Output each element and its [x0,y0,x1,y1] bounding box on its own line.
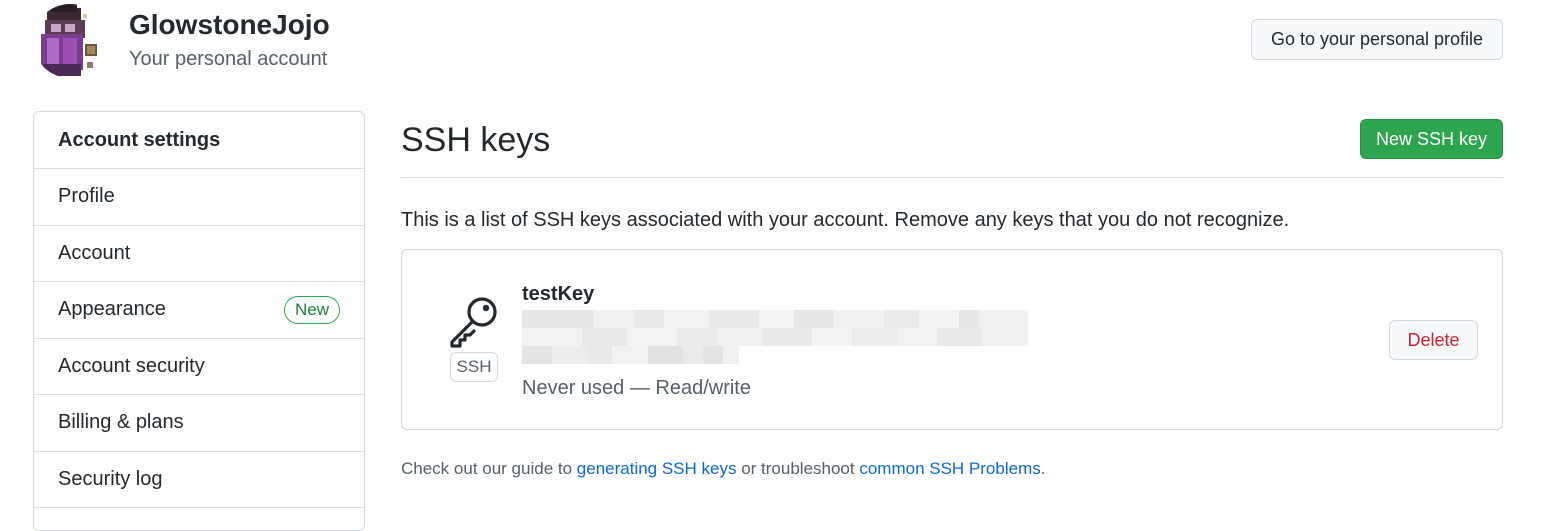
footer-prefix: Check out our guide to [401,459,577,478]
title-divider [401,177,1503,178]
page-title: SSH keys [401,121,551,159]
sidebar-item-security-log[interactable]: Security log [34,452,364,508]
sidebar-item-profile[interactable]: Profile [34,169,364,226]
sidebar-item-billing[interactable]: Billing & plans [34,395,364,452]
account-subtitle: Your personal account [129,48,328,70]
ssh-keys-description: This is a list of SSH keys associated wi… [401,209,1290,231]
ssh-key-title: testKey [522,283,595,305]
sidebar-item-label: Account security [58,354,205,377]
sidebar-item-account-security[interactable]: Account security [34,339,364,395]
common-ssh-problems-link[interactable]: common SSH Problems [859,459,1040,478]
sidebar-item-label: Profile [58,185,115,208]
sidebar-item-label: Account [58,241,131,264]
sidebar-item-label: Security log [58,467,163,490]
account-name: GlowstoneJojo [129,9,330,40]
footer-suffix: . [1040,459,1046,478]
avatar-image [33,4,107,78]
sidebar-item-account[interactable]: Account [34,226,364,282]
sidebar-item-appearance[interactable]: Appearance New [34,282,364,339]
key-fingerprint-redacted [522,308,1028,366]
page-header: GlowstoneJojo Your personal account Go t… [0,0,1553,90]
key-type-label: SSH [450,352,498,382]
new-badge: New [283,295,340,324]
settings-sidebar: Account settings Profile Account Appeara… [33,111,365,531]
avatar[interactable] [33,4,107,78]
key-icon [446,294,502,350]
go-to-profile-button[interactable]: Go to your personal profile [1251,19,1503,60]
sidebar-item-label: Billing & plans [58,411,184,434]
ssh-guide-note: Check out our guide to generating SSH ke… [401,457,1045,481]
new-ssh-key-button[interactable]: New SSH key [1360,119,1503,159]
delete-key-button[interactable]: Delete [1389,320,1478,360]
footer-middle: or troubleshoot [736,459,860,478]
generating-ssh-keys-link[interactable]: generating SSH keys [577,459,737,478]
sidebar-item-label: Appearance [58,298,166,321]
key-usage-status: Never used — Read/write [522,377,751,399]
sidebar-heading: Account settings [34,112,364,169]
